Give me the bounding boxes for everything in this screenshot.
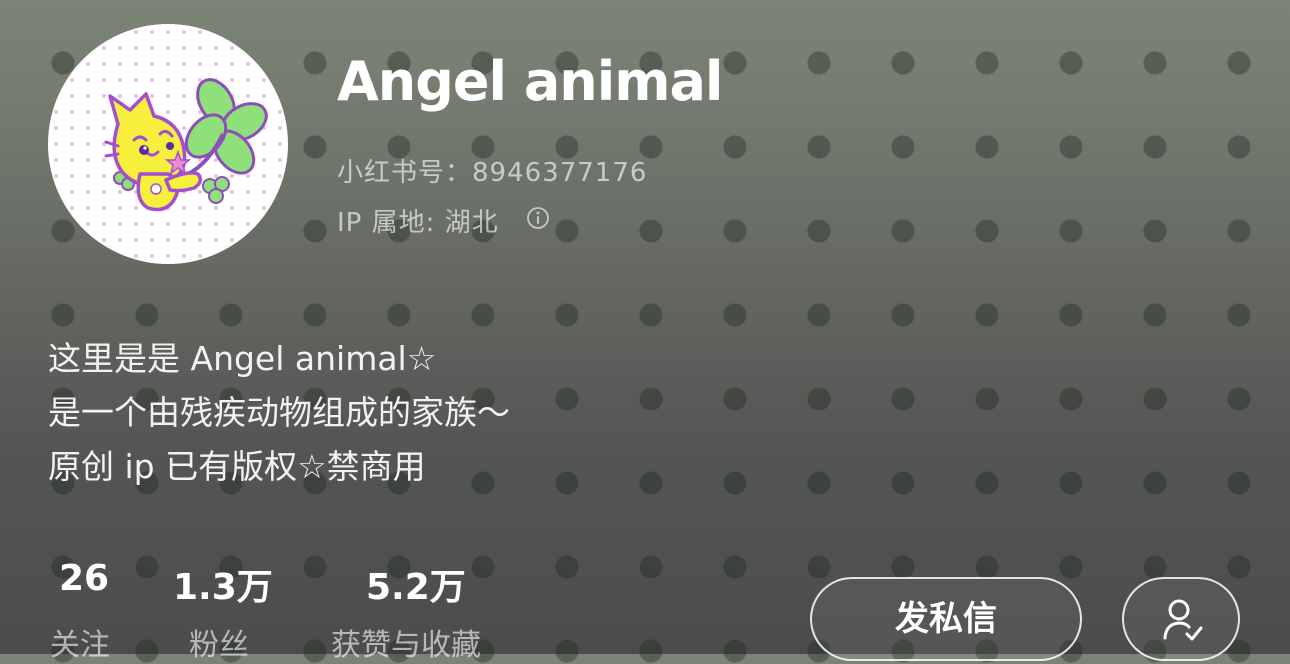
bio-line: 是一个由残疾动物组成的家族～ [48,393,510,432]
likes-collections-count[interactable]: 5.2万 [366,558,466,610]
followers-label[interactable]: 粉丝 [189,620,249,664]
ip-location-text: IP 属地: 湖北 [337,208,499,238]
bio-line: 这里是是 Angel animal☆ [48,339,437,378]
following-count[interactable]: 26 [59,558,109,599]
send-message-button[interactable]: 发私信 [810,577,1082,661]
info-circle-icon[interactable] [526,206,550,237]
cat-with-clover-avatar-icon [104,78,268,212]
profile-name: Angel animal [337,50,723,113]
ip-location-row: IP 属地: 湖北 [337,202,550,239]
avatar[interactable] [48,24,288,264]
bio-line: 原创 ip 已有版权☆禁商用 [48,447,426,486]
likes-collections-label[interactable]: 获赞与收藏 [331,620,481,664]
user-id: 小红书号：8946377176 [337,158,648,188]
followed-status-button[interactable] [1122,577,1240,661]
profile-bio: 这里是是 Angel animal☆ 是一个由残疾动物组成的家族～ 原创 ip … [48,332,510,494]
following-label[interactable]: 关注 [50,620,110,664]
user-check-icon [1163,599,1203,641]
followers-count[interactable]: 1.3万 [173,558,273,610]
